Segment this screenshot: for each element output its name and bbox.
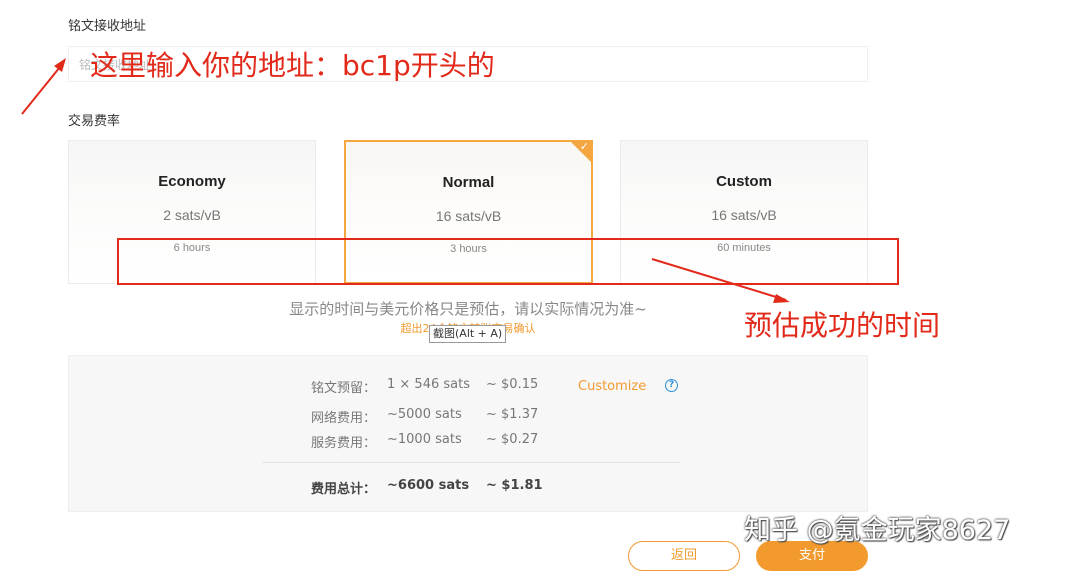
annotation-overlay (21, 58, 899, 303)
watermark: 知乎 @氪金玩家8627 (744, 515, 1011, 546)
time-arrow-line (651, 258, 787, 301)
time-annotation: 预估成功的时间 (744, 309, 941, 342)
address-arrow-line (21, 61, 65, 115)
address-arrow-head (54, 58, 66, 72)
time-arrow-head (773, 294, 790, 303)
time-highlight-box (117, 238, 899, 285)
